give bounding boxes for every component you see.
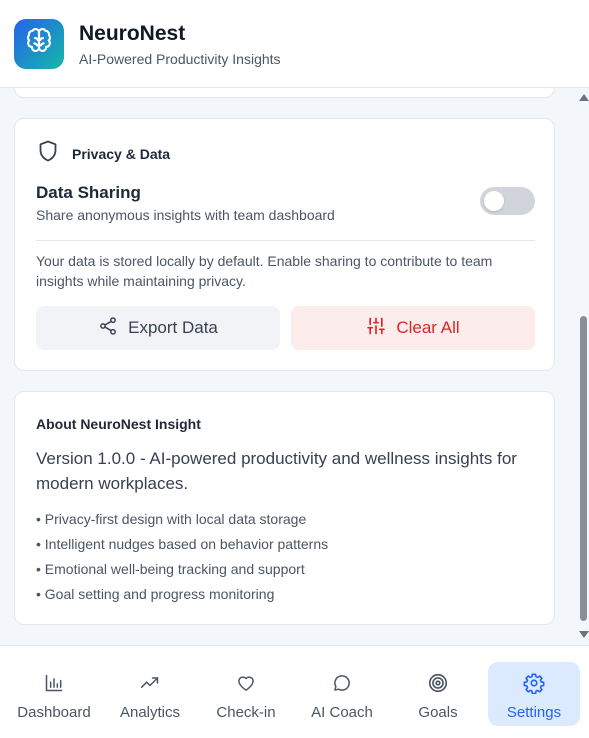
nav-label: Analytics: [119, 704, 181, 721]
nav-label: Settings: [506, 704, 562, 721]
divider: [36, 240, 535, 241]
nav-label: Check-in: [216, 704, 276, 721]
share-icon: [98, 316, 118, 341]
nav-label: Goals: [418, 704, 458, 721]
scrollbar-thumb[interactable]: [580, 316, 587, 621]
brain-icon: [25, 27, 53, 60]
nav-item-dashboard[interactable]: Dashboard: [8, 662, 100, 726]
scroll-up-arrow-icon[interactable]: [579, 94, 589, 101]
heart-icon: [235, 672, 257, 694]
scroll-down-arrow-icon[interactable]: [579, 631, 589, 638]
about-title: About NeuroNest Insight: [36, 416, 201, 432]
settings-scroll-area[interactable]: Privacy & Data Data Sharing Share anonym…: [0, 88, 589, 645]
bar-chart-icon: [44, 672, 64, 694]
list-item: • Privacy-first design with local data s…: [36, 511, 307, 527]
data-sharing-toggle[interactable]: [480, 187, 535, 215]
nav-item-goals[interactable]: Goals: [392, 662, 484, 726]
sliders-icon: [366, 316, 386, 341]
privacy-heading: Privacy & Data: [72, 145, 171, 162]
export-data-label: Export Data: [128, 318, 218, 337]
export-data-button[interactable]: Export Data: [36, 306, 280, 350]
nav-item-analytics[interactable]: Analytics: [104, 662, 196, 726]
shield-icon: [36, 139, 60, 168]
clear-all-button[interactable]: Clear All: [291, 306, 535, 350]
toggle-knob: [484, 191, 504, 211]
about-description: Version 1.0.0 - AI-powered productivity …: [36, 449, 517, 493]
app-logo: [14, 18, 64, 69]
clear-all-label: Clear All: [396, 318, 460, 337]
gear-icon: [523, 672, 545, 694]
nav-item-check-in[interactable]: Check-in: [200, 662, 292, 726]
list-item: • Goal setting and progress monitoring: [36, 586, 275, 602]
list-item: • Intelligent nudges based on behavior p…: [36, 536, 329, 552]
app-subtitle: AI-Powered Productivity Insights: [79, 50, 281, 67]
nav-label: Dashboard: [17, 704, 91, 721]
previous-settings-card: [14, 88, 555, 98]
data-sharing-title: Data Sharing: [36, 183, 141, 202]
trending-up-icon: [139, 672, 161, 694]
privacy-note: Your data is stored locally by default. …: [36, 253, 493, 289]
bottom-navigation: Dashboard Analytics Check-in AI Coach Go…: [0, 645, 589, 738]
data-sharing-description: Share anonymous insights with team dashb…: [36, 207, 335, 223]
nav-item-settings[interactable]: Settings: [488, 662, 580, 726]
vertical-scrollbar[interactable]: [577, 88, 589, 645]
feature-list: • Privacy-first design with local data s…: [36, 509, 328, 609]
app-title: NeuroNest: [79, 21, 186, 45]
list-item: • Emotional well-being tracking and supp…: [36, 561, 305, 577]
privacy-card: Privacy & Data Data Sharing Share anonym…: [14, 118, 555, 371]
chat-bubble-icon: [331, 672, 353, 694]
target-icon: [427, 672, 449, 694]
nav-item-ai-coach[interactable]: AI Coach: [296, 662, 388, 726]
about-card: About NeuroNest Insight Version 1.0.0 - …: [14, 391, 555, 625]
app-header: NeuroNest AI-Powered Productivity Insigh…: [0, 0, 589, 88]
nav-label: AI Coach: [311, 704, 373, 721]
